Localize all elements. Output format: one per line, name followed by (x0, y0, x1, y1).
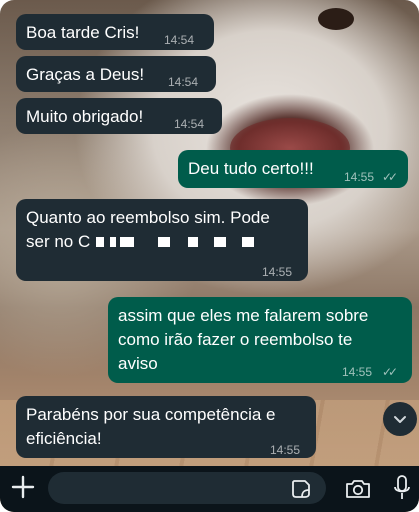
message-text-line: assim que eles me falarem sobre (118, 306, 369, 325)
message-text: Deu tudo certo!!! (188, 159, 314, 178)
chat-screen: Boa tarde Cris! 14:54 Graças a Deus! 14:… (0, 0, 419, 512)
message-outgoing[interactable]: Deu tudo certo!!! 14:55 ✓✓ (178, 150, 408, 188)
message-time: 14:55 (344, 170, 375, 184)
read-receipt-icon: ✓✓ (382, 170, 398, 184)
message-input[interactable] (48, 472, 326, 504)
scroll-to-bottom-button[interactable] (383, 402, 417, 436)
read-receipt-icon: ✓✓ (382, 365, 398, 379)
mic-icon[interactable] (394, 474, 410, 502)
message-incoming[interactable]: Muito obrigado! 14:54 (16, 98, 222, 134)
message-text: Graças a Deus! (26, 65, 145, 84)
message-time: 14:55 (262, 265, 293, 279)
plus-icon[interactable] (10, 474, 36, 500)
camera-icon[interactable] (344, 478, 372, 500)
message-incoming[interactable]: Boa tarde Cris! 14:54 (16, 14, 214, 50)
message-time: 14:54 (174, 117, 205, 131)
wallpaper-dog-eye (318, 8, 354, 30)
redaction-block (96, 237, 104, 247)
message-outgoing[interactable]: assim que eles me falarem sobre como irã… (108, 297, 412, 383)
message-time: 14:55 (342, 365, 373, 379)
redacted-text (96, 230, 276, 254)
chevron-down-icon (394, 416, 406, 423)
message-incoming[interactable]: Quanto ao reembolso sim. Pode ser no C 1… (16, 199, 308, 281)
redaction-block (188, 237, 198, 247)
sticker-icon[interactable] (290, 478, 312, 500)
redaction-block (158, 237, 170, 247)
message-text-line: como irão fazer o reembolso te (118, 330, 353, 349)
redaction-block (214, 237, 226, 247)
message-time: 14:54 (164, 33, 195, 47)
message-text-line: Quanto ao reembolso sim. Pode (26, 208, 270, 227)
redaction-block (110, 237, 116, 247)
message-text: Boa tarde Cris! (26, 23, 140, 42)
message-text-line: ser no C (26, 230, 298, 254)
message-text-visible: ser no C (26, 232, 91, 251)
message-time: 14:55 (270, 443, 301, 457)
message-incoming[interactable]: Graças a Deus! 14:54 (16, 56, 216, 92)
message-text-line: Parabéns por sua competência e (26, 405, 276, 424)
redaction-block (242, 237, 254, 247)
redaction-block (120, 237, 134, 247)
message-time: 14:54 (168, 75, 199, 89)
message-text: Muito obrigado! (26, 107, 144, 126)
message-incoming[interactable]: Parabéns por sua competência e eficiênci… (16, 396, 316, 458)
message-text-line: eficiência! (26, 429, 102, 448)
